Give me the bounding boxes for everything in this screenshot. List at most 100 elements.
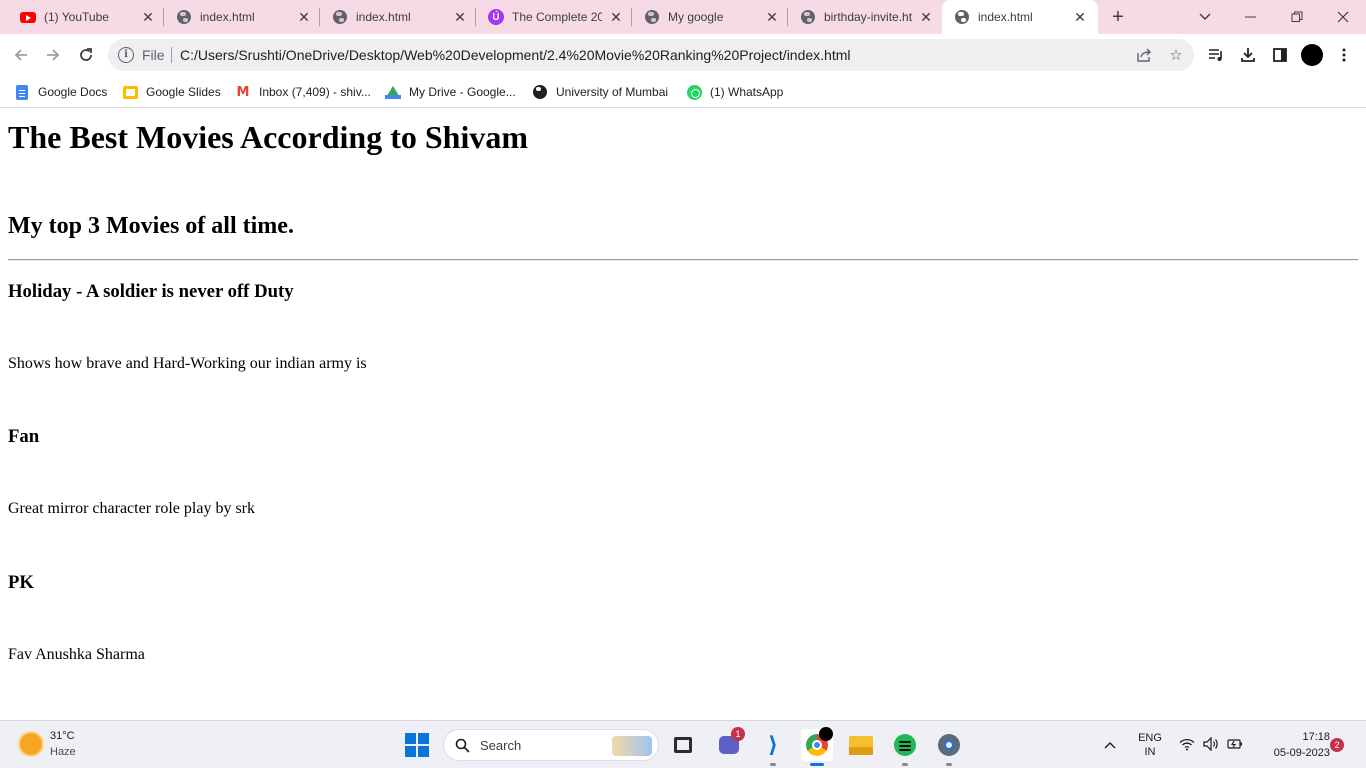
task-view-button[interactable] — [667, 729, 699, 761]
new-tab-button[interactable]: + — [1108, 7, 1128, 27]
bookmark-label: Google Slides — [146, 85, 221, 99]
profile-avatar[interactable] — [1301, 44, 1323, 66]
address-bar[interactable]: i File C:/Users/Srushti/OneDrive/Desktop… — [108, 39, 1194, 71]
volume-icon[interactable] — [1203, 736, 1219, 752]
running-indicator — [770, 763, 776, 766]
minimize-button[interactable] — [1228, 0, 1274, 34]
notification-badge[interactable]: 2 — [1330, 738, 1344, 752]
movie-title: PK — [8, 572, 34, 593]
gear-icon — [938, 734, 960, 756]
tab-youtube[interactable]: (1) YouTube ✕ — [8, 0, 164, 34]
wifi-icon[interactable] — [1179, 736, 1195, 752]
movie-description: Fav Anushka Sharma — [8, 646, 145, 663]
bookmark-university-of-mumbai[interactable]: University of Mumbai — [532, 82, 668, 102]
page-subtitle: My top 3 Movies of all time. — [8, 213, 294, 239]
globe-icon — [954, 9, 970, 25]
tab-index-2[interactable]: index.html ✕ — [320, 0, 476, 34]
bookmark-google-docs[interactable]: Google Docs — [14, 82, 107, 102]
spotify-icon — [894, 734, 916, 756]
search-icon — [454, 737, 470, 753]
clock-date: 05-09-2023 — [1273, 747, 1330, 759]
close-window-button[interactable] — [1320, 0, 1366, 34]
close-tab-icon[interactable]: ✕ — [608, 9, 624, 25]
download-icon[interactable] — [1238, 45, 1258, 65]
horizontal-rule — [8, 259, 1358, 261]
close-tab-icon[interactable]: ✕ — [452, 9, 468, 25]
teams-chat-button[interactable]: 1 — [713, 727, 745, 761]
movie-title: Fan — [8, 426, 40, 447]
tab-title: My google — [668, 10, 724, 24]
udemy-icon: Ú — [488, 9, 504, 25]
system-clock[interactable]: 17:18 05-09-2023 — [1254, 729, 1330, 761]
teams-badge: 1 — [731, 727, 745, 741]
bookmark-whatsapp[interactable]: (1) WhatsApp — [686, 82, 783, 102]
spotify-button[interactable] — [889, 729, 921, 766]
weather-temperature[interactable]: 31°C — [50, 730, 75, 742]
bookmark-label: (1) WhatsApp — [710, 85, 784, 99]
globe-icon — [532, 84, 548, 100]
tab-my-google[interactable]: My google ✕ — [632, 0, 788, 34]
file-explorer-button[interactable] — [845, 729, 877, 761]
tab-title: index.html — [978, 10, 1033, 24]
region-code: IN — [1144, 746, 1156, 758]
taskbar-search-box[interactable]: Search — [443, 729, 659, 761]
bookmark-label: My Drive - Google... — [409, 85, 516, 99]
tab-title: index.html — [200, 10, 255, 24]
page-title: The Best Movies According to Shivam — [8, 119, 528, 155]
running-indicator — [946, 763, 952, 766]
bookmark-google-drive[interactable]: My Drive - Google... — [385, 82, 516, 102]
movie-description: Great mirror character role play by srk — [8, 500, 255, 517]
bookmarks-bar: Google Docs Google Slides M Inbox (7,409… — [0, 76, 1366, 108]
tab-title: (1) YouTube — [44, 10, 109, 24]
close-tab-icon[interactable]: ✕ — [918, 9, 934, 25]
clock-time: 17:18 — [1302, 731, 1330, 743]
browser-toolbar: i File C:/Users/Srushti/OneDrive/Desktop… — [0, 34, 1366, 76]
bookmark-star-icon[interactable]: ☆ — [1168, 47, 1184, 64]
close-tab-icon[interactable]: ✕ — [140, 9, 156, 25]
web-page-content: The Best Movies According to Shivam My t… — [0, 109, 1366, 720]
google-slides-icon — [122, 84, 138, 100]
tab-index-1[interactable]: index.html ✕ — [164, 0, 320, 34]
google-docs-icon — [14, 84, 30, 100]
globe-icon — [332, 9, 348, 25]
bookmark-google-slides[interactable]: Google Slides — [122, 82, 221, 102]
share-icon[interactable] — [1136, 47, 1152, 63]
folder-icon — [849, 735, 873, 755]
bookmark-label: University of Mumbai — [556, 85, 669, 99]
kebab-menu-icon[interactable] — [1334, 45, 1354, 65]
close-tab-icon[interactable]: ✕ — [296, 9, 312, 25]
tab-search-chevron-down-icon[interactable] — [1182, 0, 1228, 34]
close-tab-icon[interactable]: ✕ — [1072, 9, 1088, 25]
windows-taskbar: 31°C Haze Search 1 ⟩ ENG IN 17:18 05-09-… — [0, 720, 1366, 768]
omnibox-divider — [171, 47, 172, 63]
weather-condition[interactable]: Haze — [50, 746, 76, 758]
url-text[interactable]: C:/Users/Srushti/OneDrive/Desktop/Web%20… — [180, 47, 851, 63]
show-hidden-icons-chevron-up-icon[interactable] — [1102, 737, 1118, 753]
bookmark-gmail-inbox[interactable]: M Inbox (7,409) - shiv... — [235, 82, 371, 102]
input-language-indicator[interactable]: ENG IN — [1136, 731, 1164, 759]
gmail-icon: M — [236, 84, 250, 100]
settings-button[interactable] — [933, 729, 965, 766]
scheme-label: File — [142, 47, 165, 63]
back-arrow-icon[interactable] — [10, 44, 32, 66]
globe-icon — [800, 9, 816, 25]
restore-button[interactable] — [1274, 0, 1320, 34]
site-info-icon[interactable]: i — [118, 47, 134, 63]
media-queue-icon[interactable] — [1206, 45, 1226, 65]
tab-birthday-invite[interactable]: birthday-invite.ht ✕ — [788, 0, 942, 34]
bookmark-label: Google Docs — [38, 85, 108, 99]
google-drive-icon — [385, 84, 401, 100]
search-highlight-image — [612, 736, 652, 756]
reload-icon[interactable] — [75, 44, 97, 66]
tab-udemy-course[interactable]: Ú The Complete 20 ✕ — [476, 0, 632, 34]
close-tab-icon[interactable]: ✕ — [764, 9, 780, 25]
vscode-button[interactable]: ⟩ — [757, 729, 789, 766]
weather-sun-icon[interactable] — [20, 733, 42, 755]
forward-arrow-icon[interactable] — [42, 44, 64, 66]
bookmark-label: Inbox (7,409) - shiv... — [259, 85, 371, 99]
windows-start-icon[interactable] — [405, 733, 429, 757]
chrome-button[interactable] — [801, 727, 833, 766]
tab-index-active[interactable]: index.html ✕ — [942, 0, 1098, 34]
side-panel-icon[interactable] — [1270, 45, 1290, 65]
battery-icon[interactable] — [1227, 736, 1243, 752]
